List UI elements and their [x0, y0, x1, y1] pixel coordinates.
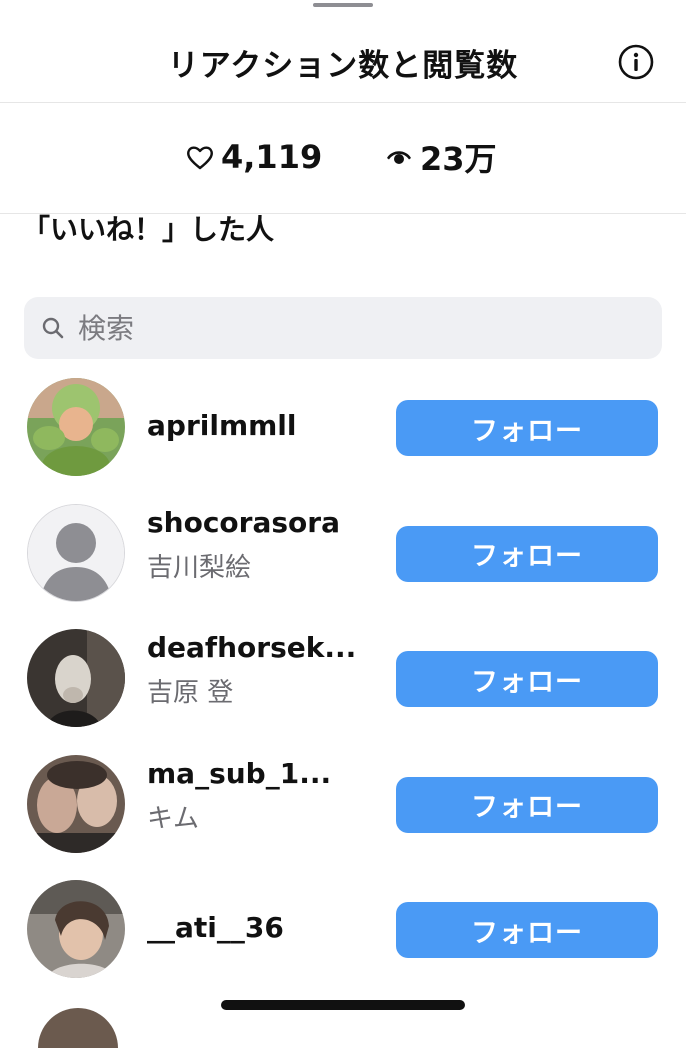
list-item[interactable]: __ati__36 フォロー [0, 867, 686, 993]
views-count: 23万 [420, 140, 497, 178]
sheet-header: リアクション数と閲覧数 [0, 0, 686, 103]
search-icon [42, 317, 64, 339]
username[interactable]: ma_sub_1... [147, 757, 331, 790]
views-stat[interactable]: 23万 [384, 135, 497, 179]
avatar[interactable] [27, 629, 125, 727]
list-item[interactable]: deafhorsek... 吉原 登 フォロー [0, 616, 686, 742]
follow-button[interactable]: フォロー [396, 651, 658, 707]
liked-users-list: aprilmmll フォロー shocorasora 吉川梨絵 フォロー dea… [0, 365, 686, 993]
heart-icon [187, 146, 213, 170]
avatar[interactable] [27, 880, 125, 978]
full-name: キム [147, 803, 200, 834]
search-input[interactable] [78, 297, 638, 359]
user-names: deafhorsek... 吉原 登 [147, 616, 377, 741]
info-icon[interactable] [618, 44, 654, 80]
follow-button[interactable]: フォロー [396, 902, 658, 958]
username[interactable]: aprilmmll [147, 409, 297, 442]
follow-button[interactable]: フォロー [396, 776, 658, 833]
user-names: __ati__36 [147, 867, 377, 992]
likes-stat[interactable]: 4,119 [185, 135, 322, 179]
full-name: 吉川梨絵 [147, 552, 252, 583]
section-heading: 「いいね！」した人 [22, 213, 275, 246]
username[interactable]: shocorasora [147, 506, 340, 539]
list-item[interactable]: shocorasora 吉川梨絵 フォロー [0, 491, 686, 617]
username[interactable]: deafhorsek... [147, 631, 356, 664]
follow-button[interactable]: フォロー [396, 525, 658, 582]
list-item[interactable]: aprilmmll フォロー [0, 365, 686, 491]
avatar[interactable] [27, 754, 125, 853]
eye-icon [387, 151, 411, 164]
home-indicator [221, 1000, 465, 1010]
list-item[interactable]: ma_sub_1... キム フォロー [0, 742, 686, 868]
user-names: shocorasora 吉川梨絵 [147, 491, 377, 616]
avatar[interactable] [27, 503, 125, 602]
stats-bar: 4,119 23万 [0, 103, 686, 214]
default-avatar-icon [28, 504, 124, 601]
likes-count: 4,119 [221, 138, 323, 176]
avatar[interactable] [38, 1008, 118, 1048]
follow-button[interactable]: フォロー [396, 400, 658, 456]
page-title: リアクション数と閲覧数 [167, 48, 519, 84]
user-names: ma_sub_1... キム [147, 742, 377, 867]
full-name: 吉原 登 [147, 678, 234, 708]
avatar[interactable] [27, 378, 125, 476]
user-names: aprilmmll [147, 365, 377, 490]
username[interactable]: __ati__36 [147, 911, 284, 944]
search-bar[interactable] [24, 297, 662, 359]
